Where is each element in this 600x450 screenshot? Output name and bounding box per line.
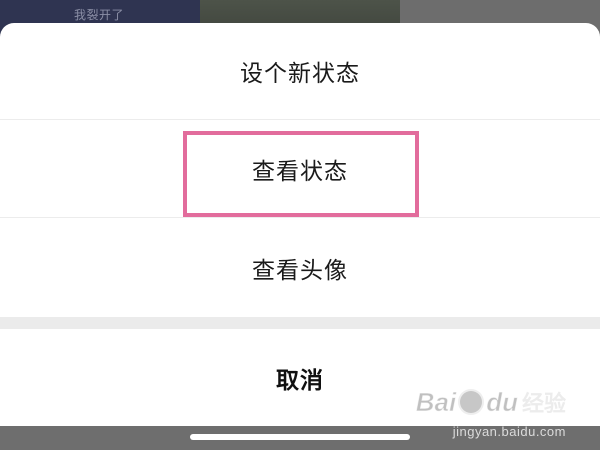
watermark-url: jingyan.baidu.com xyxy=(452,424,566,439)
view-avatar-option[interactable]: 查看头像 xyxy=(0,218,600,317)
action-sheet: 设个新状态 查看状态 查看头像 取消 xyxy=(0,23,600,426)
baidu-jingyan-watermark: Bai du 经验 xyxy=(415,386,566,418)
highlight-box xyxy=(183,131,419,217)
set-new-status-option[interactable]: 设个新状态 xyxy=(0,23,600,119)
watermark-text: 经验 xyxy=(521,392,566,418)
home-indicator[interactable] xyxy=(190,434,410,440)
thumbnail-caption: 我裂开了 xyxy=(74,8,125,22)
section-separator xyxy=(0,317,600,329)
watermark-logo: Bai du xyxy=(415,386,518,417)
paw-icon xyxy=(458,389,485,415)
